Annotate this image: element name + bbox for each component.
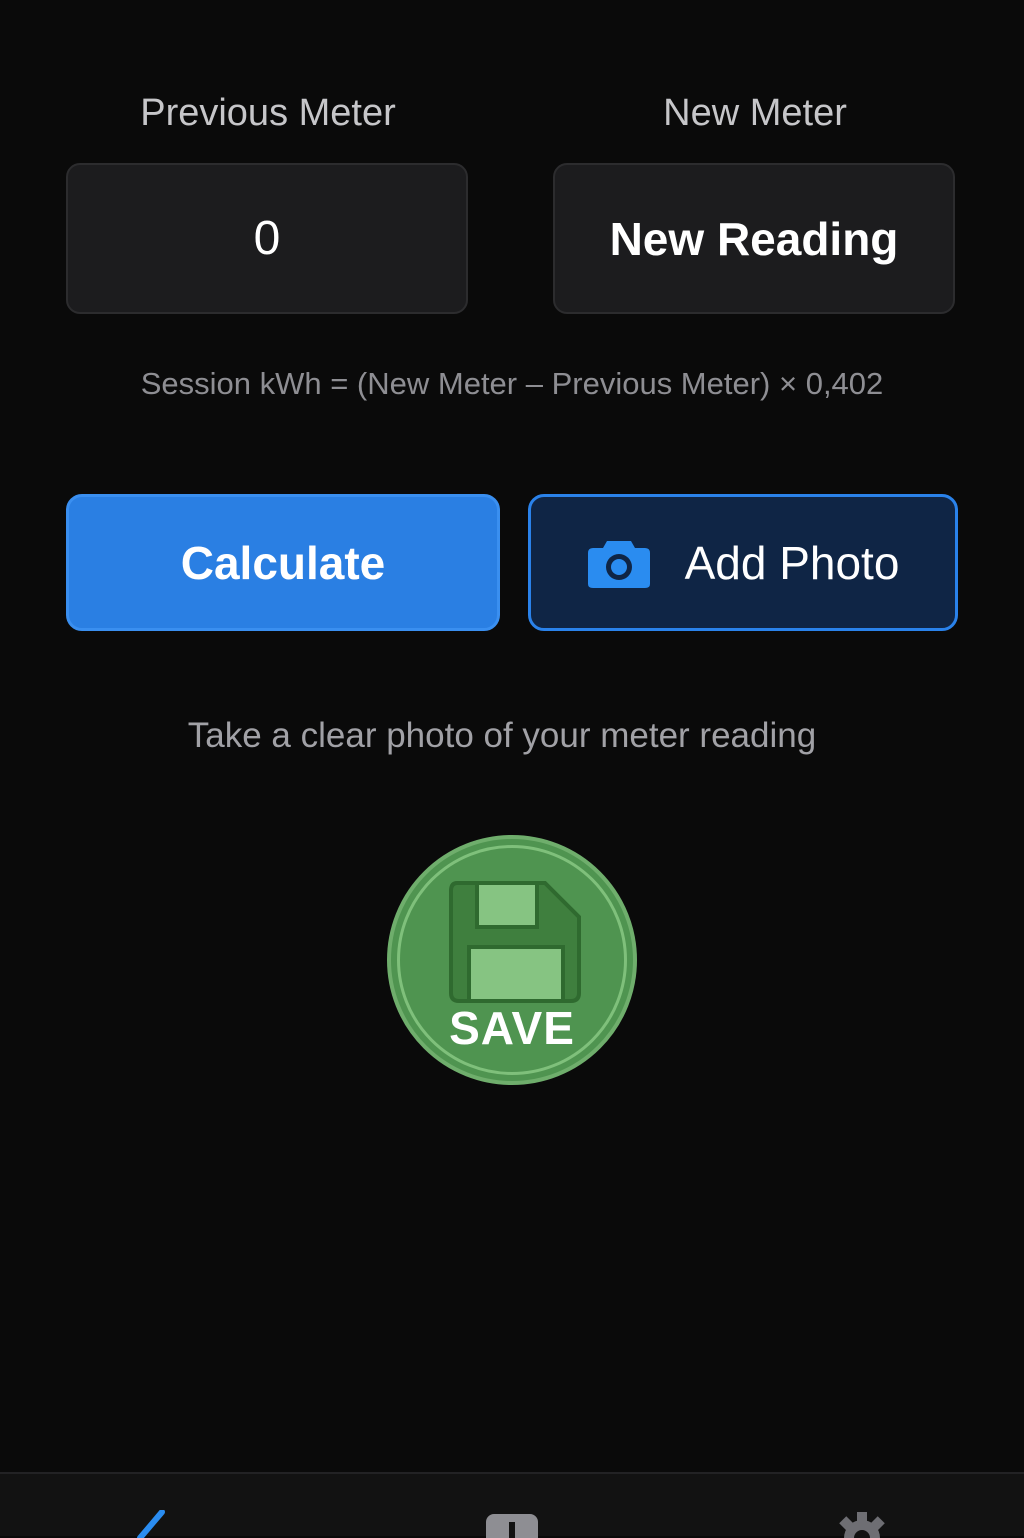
new-meter-label: New Meter: [663, 92, 847, 134]
camera-icon: [587, 540, 650, 588]
previous-meter-value: 0: [253, 212, 281, 265]
new-meter-field[interactable]: New Reading: [553, 163, 955, 314]
bottom-tab-bar: [0, 1472, 1024, 1538]
checkmark-icon[interactable]: [134, 1510, 166, 1538]
save-button-label: SAVE: [449, 1002, 575, 1054]
previous-meter-field[interactable]: 0: [66, 163, 468, 314]
calculate-button-label: Calculate: [180, 536, 386, 589]
save-button[interactable]: SAVE: [387, 835, 637, 1085]
previous-meter-label: Previous Meter: [140, 92, 396, 134]
photo-hint-text: Take a clear photo of your meter reading: [187, 716, 817, 755]
document-icon[interactable]: [486, 1514, 538, 1538]
floppy-disk-icon: [449, 881, 581, 1003]
new-meter-placeholder: New Reading: [609, 212, 899, 265]
formula-text: Session kWh = (New Meter – Previous Mete…: [140, 366, 884, 401]
add-photo-button[interactable]: Add Photo: [528, 494, 958, 631]
add-photo-button-label: Add Photo: [684, 536, 900, 589]
gear-icon[interactable]: [836, 1512, 888, 1538]
calculate-button[interactable]: Calculate: [66, 494, 500, 631]
